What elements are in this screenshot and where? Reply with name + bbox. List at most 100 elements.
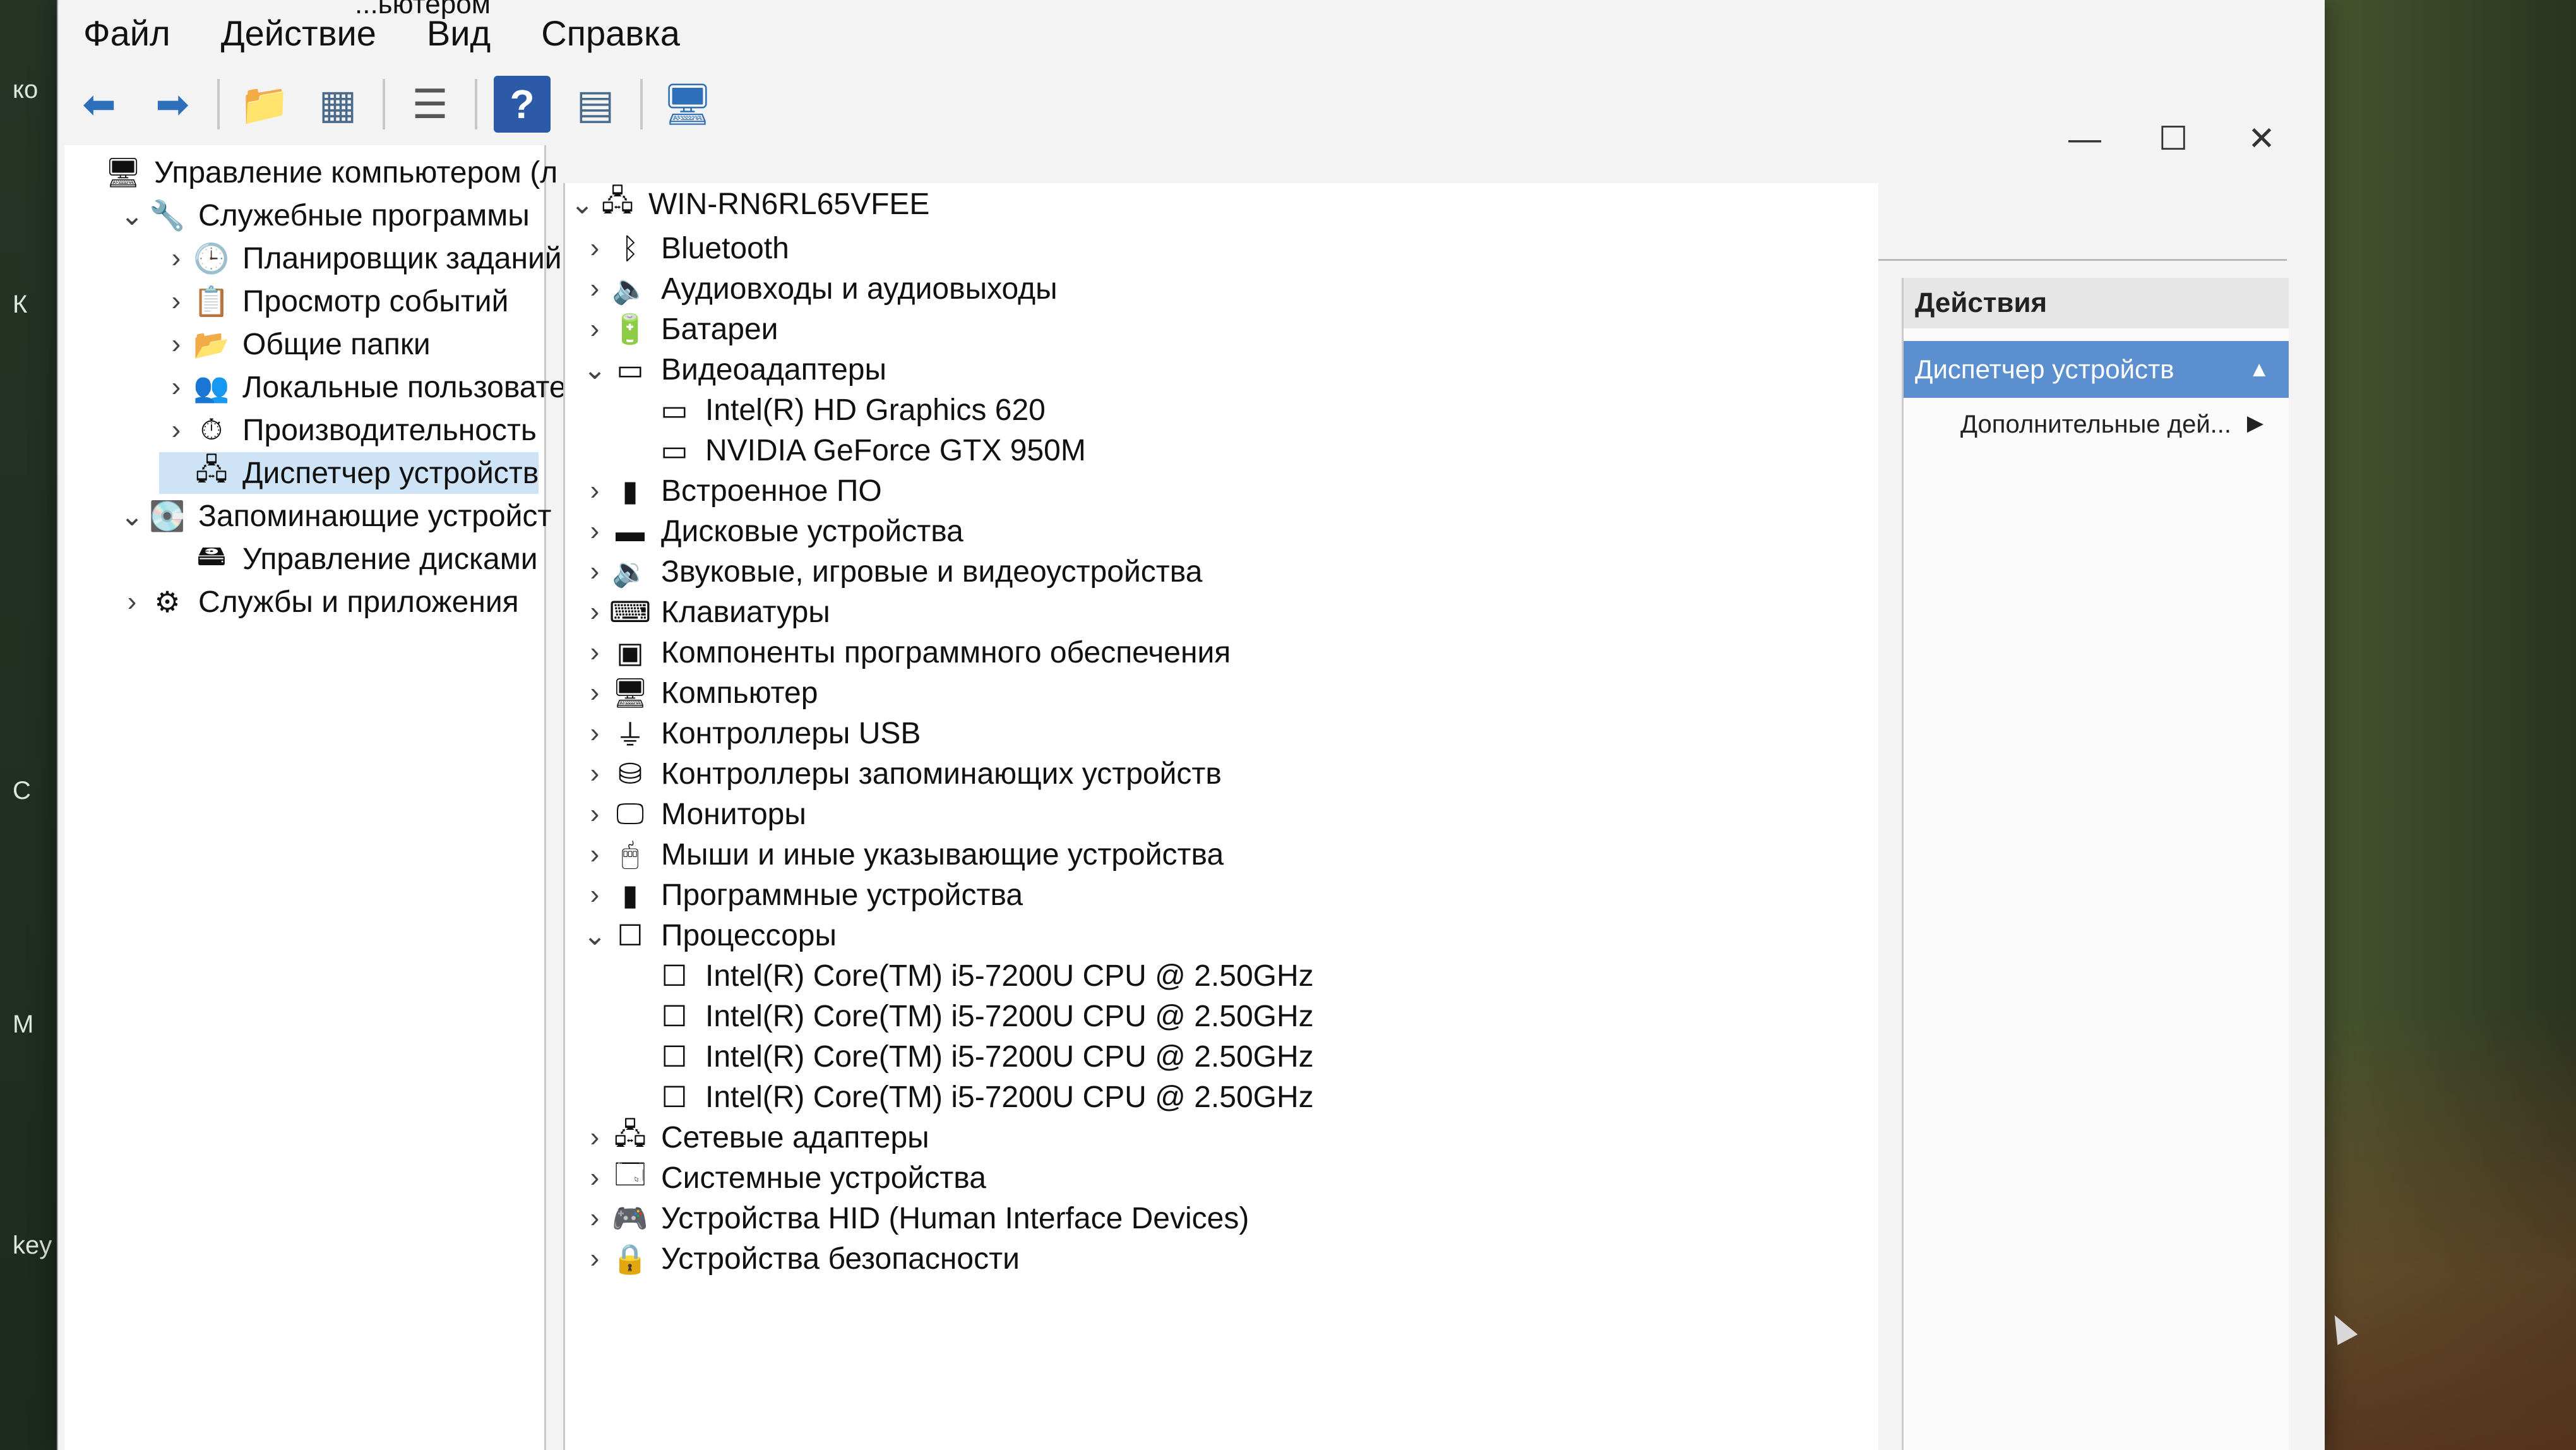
chevron-down-icon[interactable]: ⌄: [565, 188, 599, 220]
tree-item[interactable]: › 🕒 Планировщик заданий: [159, 237, 562, 279]
tree-item[interactable]: › 🔋 Батареи: [578, 308, 778, 350]
chevron-right-icon[interactable]: ›: [578, 879, 612, 911]
chevron-right-icon[interactable]: ›: [578, 475, 612, 506]
tree-item[interactable]: › 🖵 Мониторы: [578, 793, 806, 835]
monitor-icon[interactable]: 🖥: [659, 76, 716, 133]
chevron-right-icon[interactable]: ›: [578, 637, 612, 668]
tree-item[interactable]: › ⌨ Клавиатуры: [578, 591, 830, 633]
tree-item[interactable]: › 📋 Просмотр событий: [159, 280, 509, 322]
chevron-right-icon[interactable]: ›: [578, 798, 612, 830]
tree-item-label: Сетевые адаптеры: [661, 1120, 929, 1154]
folder-up-icon[interactable]: 📁: [236, 76, 293, 133]
tree-item[interactable]: ☐ Intel(R) Core(TM) i5-7200U CPU @ 2.50GH…: [622, 1036, 1313, 1077]
tree-item[interactable]: › ⛁ Контроллеры запоминающих устройств: [578, 753, 1222, 794]
tree-item[interactable]: › ᛒ Bluetooth: [578, 227, 789, 269]
more-actions-item[interactable]: Дополнительные дей... ▶: [1960, 410, 2263, 455]
tree-item[interactable]: 🖧 Диспетчер устройств: [159, 452, 539, 494]
help-icon[interactable]: ?: [494, 76, 551, 133]
menu-help[interactable]: Справка: [535, 13, 686, 69]
tree-item[interactable]: › ⏱ Производительность: [159, 409, 537, 451]
tree-item[interactable]: › 🎮 Устройства HID (Human Interface Device…: [578, 1197, 1249, 1239]
chevron-down-icon[interactable]: ⌄: [115, 500, 149, 532]
tree-item[interactable]: 🖥 Управление компьютером (л: [71, 152, 558, 193]
tree-item[interactable]: › 🔒 Устройства безопасности: [578, 1238, 1020, 1279]
chevron-right-icon[interactable]: ›: [578, 1243, 612, 1274]
minimize-button[interactable]: —: [2060, 114, 2110, 164]
tree-item[interactable]: › 🔈 Аудиовходы и аудиовыходы: [578, 268, 1058, 309]
back-arrow-icon[interactable]: ⬅: [71, 76, 128, 133]
desktop-label[interactable]: ко: [13, 76, 38, 104]
chevron-right-icon[interactable]: ›: [578, 839, 612, 870]
chevron-right-icon[interactable]: ›: [578, 596, 612, 628]
tree-item[interactable]: › 🗔 Системные устройства: [578, 1157, 986, 1199]
tree-item[interactable]: ☐ Intel(R) Core(TM) i5-7200U CPU @ 2.50GH…: [622, 955, 1313, 997]
tree-item[interactable]: ⌄ ☐ Процессоры: [578, 914, 837, 956]
maximize-button[interactable]: ☐: [2148, 114, 2198, 164]
network-adapter-icon: 🖧: [614, 1117, 647, 1150]
display-adapter-icon: ▭: [616, 353, 644, 386]
tree-item[interactable]: 🖴 Управление дисками: [159, 538, 538, 580]
tree-item[interactable]: › 🖧 Сетевые адаптеры: [578, 1117, 929, 1158]
menu-view[interactable]: Вид: [420, 13, 497, 69]
tree-item[interactable]: ⌄ ▭ Видеоадаптеры: [578, 349, 886, 390]
tree-item[interactable]: › 📂 Общие папки: [159, 323, 431, 365]
chevron-right-icon[interactable]: ›: [578, 313, 612, 345]
chevron-right-icon[interactable]: ›: [159, 371, 193, 403]
chevron-right-icon[interactable]: ›: [159, 414, 193, 446]
tree-item[interactable]: › 🖥 Компьютер: [578, 672, 818, 714]
chevron-right-icon[interactable]: ›: [159, 328, 193, 360]
chevron-right-icon[interactable]: ›: [578, 758, 612, 789]
close-button[interactable]: ✕: [2236, 114, 2287, 164]
chevron-down-icon[interactable]: ⌄: [578, 920, 612, 952]
chevron-up-icon[interactable]: ▲: [2248, 341, 2270, 398]
chevron-right-icon[interactable]: ›: [578, 1202, 612, 1234]
chevron-right-icon[interactable]: ›: [578, 515, 612, 547]
desktop-label[interactable]: key: [13, 1231, 52, 1260]
chevron-right-icon[interactable]: ›: [159, 243, 193, 274]
tree-item[interactable]: › 👥 Локальные пользовате: [159, 366, 566, 408]
tree-item[interactable]: › ▮ Встроенное ПО: [578, 470, 882, 512]
tree-item[interactable]: › 🔉 Звуковые, игровые и видеоустройства: [578, 551, 1203, 592]
tree-item[interactable]: ▭ NVIDIA GeForce GTX 950M: [622, 429, 1086, 471]
tree-item[interactable]: › 🖱 Мыши и иные указывающие устройства: [578, 834, 1224, 875]
computer-name: WIN-RN6RL65VFEE: [648, 187, 930, 221]
tree-item[interactable]: › ▣ Компоненты программного обеспечения: [578, 632, 1231, 673]
desktop-label[interactable]: М: [13, 1010, 33, 1039]
device-manager-icon: 🖧: [195, 453, 228, 486]
device-tree-root[interactable]: ⌄ 🖧 WIN-RN6RL65VFEE: [565, 183, 930, 225]
tree-item[interactable]: › ▬ Дисковые устройства: [578, 510, 963, 552]
chevron-down-icon[interactable]: ⌄: [578, 354, 612, 386]
action-pane-icon[interactable]: ▤: [567, 76, 624, 133]
tree-item-label: NVIDIA GeForce GTX 950M: [705, 433, 1086, 467]
chevron-right-icon[interactable]: ›: [578, 1122, 612, 1153]
chevron-right-icon[interactable]: ›: [578, 677, 612, 709]
tree-item[interactable]: › ▮ Программные устройства: [578, 874, 1023, 916]
tree-item[interactable]: › ⏚ Контроллеры USB: [578, 712, 921, 754]
chevron-right-icon[interactable]: ›: [578, 556, 612, 587]
chevron-right-icon[interactable]: ›: [115, 586, 149, 618]
firmware-icon: ▮: [622, 474, 638, 507]
menu-action[interactable]: Действие: [215, 13, 383, 69]
tree-item[interactable]: ▭ Intel(R) HD Graphics 620: [622, 389, 1046, 431]
desktop-label[interactable]: С: [13, 777, 31, 805]
chevron-right-icon[interactable]: ›: [578, 273, 612, 304]
desktop-label[interactable]: К: [13, 291, 27, 319]
security-device-icon: 🔒: [612, 1242, 648, 1275]
actions-selected-item[interactable]: Диспетчер устройств ▲: [1904, 341, 2289, 398]
tree-item[interactable]: ⌄ 💽 Запоминающие устройст: [115, 495, 552, 537]
tree-item[interactable]: ⌄ 🔧 Служебные программы: [115, 195, 530, 236]
keyboard-icon: ⌨: [609, 596, 652, 628]
menu-file[interactable]: Файл: [77, 13, 177, 69]
chevron-right-icon[interactable]: ›: [159, 285, 193, 317]
sound-icon: 🔉: [612, 554, 648, 588]
tree-item[interactable]: ☐ Intel(R) Core(TM) i5-7200U CPU @ 2.50GH…: [622, 995, 1313, 1037]
properties-icon[interactable]: ☰: [402, 76, 458, 133]
forward-arrow-icon[interactable]: ➡: [144, 76, 201, 133]
chevron-right-icon[interactable]: ›: [578, 1162, 612, 1194]
chevron-down-icon[interactable]: ⌄: [115, 200, 149, 232]
tree-item[interactable]: › ⚙ Службы и приложения: [115, 581, 519, 623]
chevron-right-icon[interactable]: ›: [578, 232, 612, 264]
tree-item[interactable]: ☐ Intel(R) Core(TM) i5-7200U CPU @ 2.50GH…: [622, 1076, 1313, 1118]
console-tree-icon[interactable]: ▦: [309, 76, 366, 133]
chevron-right-icon[interactable]: ›: [578, 717, 612, 749]
